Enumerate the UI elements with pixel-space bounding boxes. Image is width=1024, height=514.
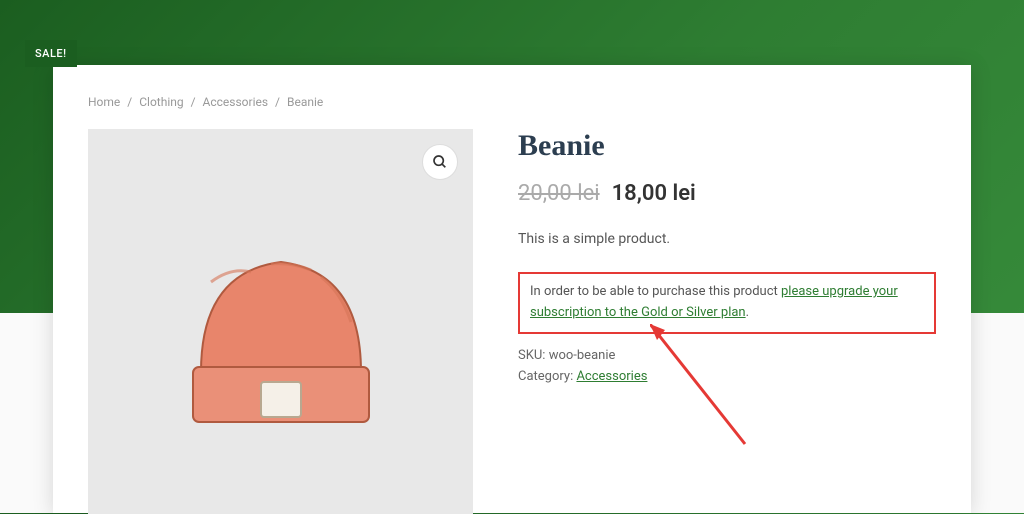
product-image-column [88,129,473,514]
product-layout: Beanie 20,00 lei 18,00 lei This is a sim… [88,129,936,514]
product-info-column: Beanie 20,00 lei 18,00 lei This is a sim… [518,129,936,514]
product-page: Home / Clothing / Accessories / Beanie [53,65,971,513]
product-image[interactable] [88,129,473,514]
sku-label: SKU: [518,348,549,363]
breadcrumb-sep: / [127,95,132,109]
arrow-annotation-icon [650,324,770,464]
breadcrumb-home[interactable]: Home [88,95,120,109]
price-row: 20,00 lei 18,00 lei [518,181,936,206]
magnify-icon [432,154,448,170]
product-title: Beanie [518,129,936,163]
product-description: This is a simple product. [518,231,936,247]
breadcrumb: Home / Clothing / Accessories / Beanie [88,95,936,109]
breadcrumb-clothing[interactable]: Clothing [139,95,183,109]
beanie-illustration [151,192,411,452]
upgrade-text-prefix: In order to be able to purchase this pro… [530,284,781,299]
category-label: Category: [518,369,576,384]
category-link[interactable]: Accessories [576,369,647,384]
breadcrumb-accessories[interactable]: Accessories [203,95,269,109]
upgrade-notice: In order to be able to purchase this pro… [518,272,936,334]
breadcrumb-current: Beanie [287,95,323,109]
old-price: 20,00 lei [518,181,600,206]
sale-badge: SALE! [25,40,77,67]
upgrade-text-suffix: . [746,305,749,320]
zoom-button[interactable] [422,144,458,180]
new-price: 18,00 lei [612,181,696,206]
breadcrumb-sep: / [275,95,280,109]
sku-value: woo-beanie [549,348,616,363]
breadcrumb-sep: / [191,95,196,109]
